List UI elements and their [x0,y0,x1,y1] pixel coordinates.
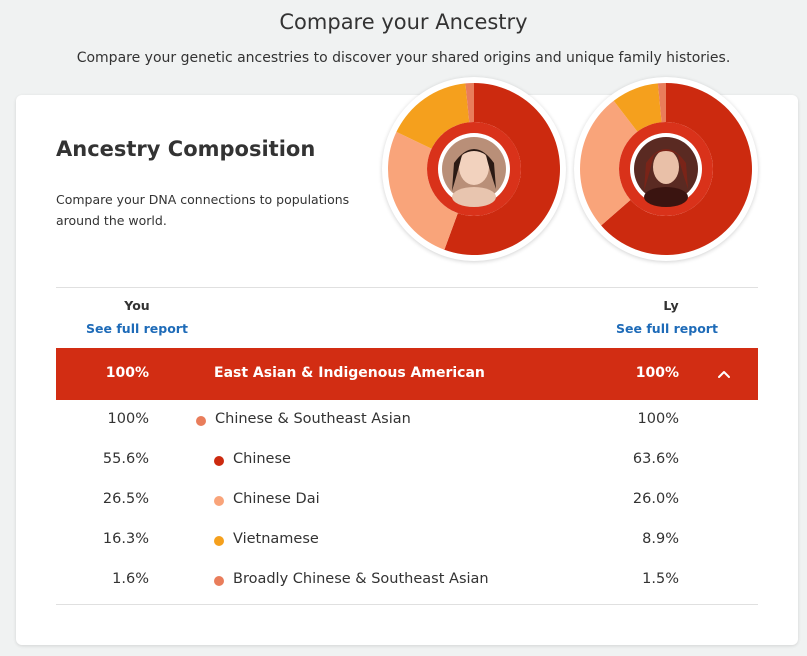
card-description: Compare your DNA connections to populati… [56,192,350,228]
population-color-dot [214,576,224,586]
population-percent-you: 16.3% [102,531,149,547]
population-color-dot [214,496,224,506]
population-percent-you: 1.6% [112,571,149,587]
population-row: 1.6% Broadly Chinese & Southeast Asian 1.5… [56,560,758,600]
donut-chart-ly [574,77,758,261]
ancestry-composition-card: Ancestry Composition Compare your DNA co… [16,77,798,645]
population-percent-you: 100% [107,411,149,427]
population-percent-ly: 100% [637,411,679,427]
region-row-east-asian[interactable]: 100% East Asian & Indigenous American 10… [56,348,758,400]
population-name: Chinese & Southeast Asian [215,411,411,427]
region-percent-you: 100% [105,365,149,381]
population-percent-ly: 26.0% [632,491,679,507]
population-name: Broadly Chinese & Southeast Asian [233,571,489,587]
donut-chart-you [382,77,566,261]
population-percent-you: 55.6% [102,451,149,467]
population-name: Vietnamese [233,531,319,547]
population-row: 26.5% Chinese Dai 26.0% [56,480,758,520]
population-color-dot [214,456,224,466]
population-row: 16.3% Vietnamese 8.9% [56,520,758,560]
divider-top [56,287,758,288]
population-percent-ly: 8.9% [642,531,679,547]
column-label-ly: Ly [663,298,679,313]
page-title: Compare your Ancestry [279,10,528,34]
population-color-dot [214,536,224,546]
chevron-up-icon[interactable] [714,364,734,384]
card-title: Ancestry Composition [56,137,316,161]
population-percent-ly: 1.5% [642,571,679,587]
see-full-report-link-you[interactable]: See full report [72,321,202,336]
population-name: Chinese [233,451,291,467]
divider-bottom [56,604,758,605]
population-row: 100% Chinese & Southeast Asian 100% [56,400,758,440]
region-percent-ly: 100% [635,365,679,381]
region-name: East Asian & Indigenous American [214,365,485,381]
population-name: Chinese Dai [233,491,320,507]
population-percent-you: 26.5% [102,491,149,507]
population-row: 55.6% Chinese 63.6% [56,440,758,480]
population-color-dot [196,416,206,426]
column-label-you: You [124,298,150,313]
page-subtitle: Compare your genetic ancestries to disco… [76,50,731,66]
population-percent-ly: 63.6% [632,451,679,467]
see-full-report-link-ly[interactable]: See full report [602,321,732,336]
